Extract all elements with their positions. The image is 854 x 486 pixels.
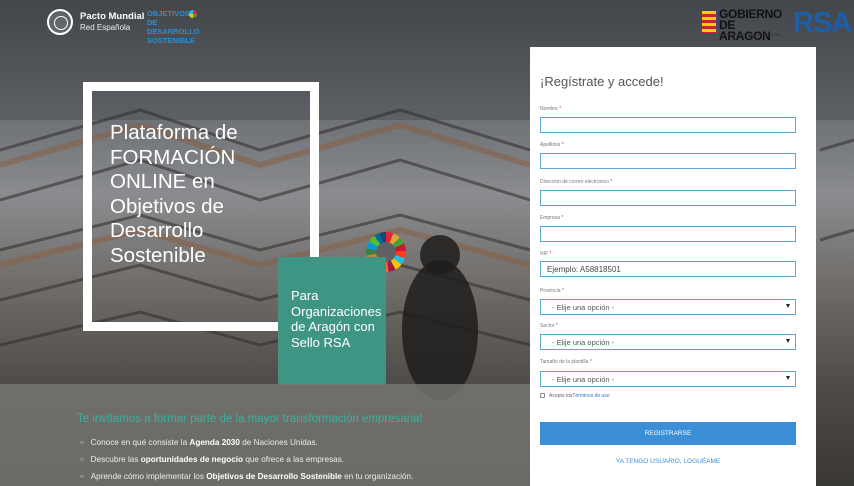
aragon-flag-icon: [702, 11, 716, 33]
benefits-list: Conoce en qué consiste la Agenda 2030 de…: [80, 435, 414, 486]
apellidos-input[interactable]: [540, 153, 796, 169]
terms-label: Acepto los: [549, 393, 573, 399]
pacto-mundial-subtitle: Red Española: [80, 23, 131, 32]
terms-checkbox[interactable]: [540, 393, 545, 399]
register-button[interactable]: REGISTRARSE: [540, 422, 796, 445]
provincia-label: Provincia *: [540, 288, 564, 294]
pacto-mundial-logo-text[interactable]: Pacto Mundial Red Española: [80, 11, 144, 33]
rsa-logo[interactable]: RSA: [793, 8, 852, 38]
ods-logo-line2: DE DESARROLLO: [147, 18, 200, 36]
terms-link[interactable]: Términos de uso: [572, 393, 609, 399]
list-item: Descubre las oportunidades de negocio qu…: [80, 452, 413, 469]
nif-input[interactable]: [540, 261, 796, 277]
caret-down-icon: [786, 339, 790, 343]
sector-label: Sector *: [540, 323, 558, 329]
rsa-box-line: Sello RSA: [291, 334, 351, 350]
sector-select[interactable]: - Elije una opción -: [540, 334, 796, 350]
ods-logo: OBJETIVOS DE DESARROLLO SOSTENIBLE: [147, 9, 207, 45]
invitation-title: Te invitamos a formar parte de la mayor …: [77, 413, 423, 425]
apellidos-label: Apellidos *: [540, 142, 564, 148]
rsa-box-line: Organizaciones: [291, 303, 382, 319]
hero-title: Plataforma de FORMACIÓN ONLINE en Objeti…: [110, 121, 238, 267]
tamano-label: Tamaño de la plantilla *: [540, 359, 592, 365]
aragon-logo-line2: DE ARAGON: [719, 18, 771, 43]
email-label: Dirección de correo electrónico *: [540, 179, 613, 185]
registration-form: ¡Regístrate y accede! Nombre * Apellidos…: [530, 47, 816, 486]
ods-logo-line3: SOSTENIBLE: [147, 36, 195, 45]
empresa-input[interactable]: [540, 226, 796, 242]
aragon-logo-subtitle: Instituto Aragonés de Fomento: [719, 32, 781, 37]
provincia-select-value: - Elije una opción -: [552, 303, 615, 312]
rsa-box-line: de Aragón con: [291, 319, 375, 334]
terms-row: Acepto losTérminos de uso: [540, 393, 610, 399]
nif-label: NIF *: [540, 251, 552, 257]
list-item: Conoce en qué consiste la Agenda 2030 de…: [80, 435, 413, 452]
nombre-input[interactable]: [540, 117, 796, 133]
caret-down-icon: [786, 376, 790, 380]
rsa-box-line: Para: [291, 288, 319, 303]
gobierno-aragon-logo[interactable]: GOBIERNO DE ARAGON Instituto Aragonés de…: [702, 8, 788, 43]
sdg-wheel-icon: [189, 10, 197, 18]
ods-logo-line1: OBJETIVOS: [147, 9, 190, 18]
rsa-organizations-box: Para Organizaciones de Aragón con Sello …: [278, 257, 386, 385]
aragon-logo-text: GOBIERNO DE ARAGON: [719, 8, 788, 43]
form-title: ¡Regístrate y accede!: [540, 74, 664, 89]
login-link[interactable]: YA TENGO USUARIO, LOGUÉAME: [530, 458, 806, 465]
pacto-mundial-logo-icon[interactable]: [47, 9, 73, 35]
caret-down-icon: [786, 304, 790, 308]
site-header: Pacto Mundial Red Española OBJETIVOS DE …: [0, 0, 854, 46]
nombre-label: Nombre *: [540, 106, 562, 112]
email-input[interactable]: [540, 190, 796, 206]
tamano-select[interactable]: - Elije una opción -: [540, 371, 796, 387]
sector-select-value: - Elije una opción -: [552, 338, 615, 347]
pacto-mundial-title: Pacto Mundial: [80, 11, 145, 22]
list-item: Aprende cómo implementar los Objetivos d…: [80, 469, 414, 486]
empresa-label: Empresa *: [540, 215, 564, 221]
tamano-select-value: - Elije una opción -: [552, 375, 615, 384]
provincia-select[interactable]: - Elije una opción -: [540, 299, 796, 315]
